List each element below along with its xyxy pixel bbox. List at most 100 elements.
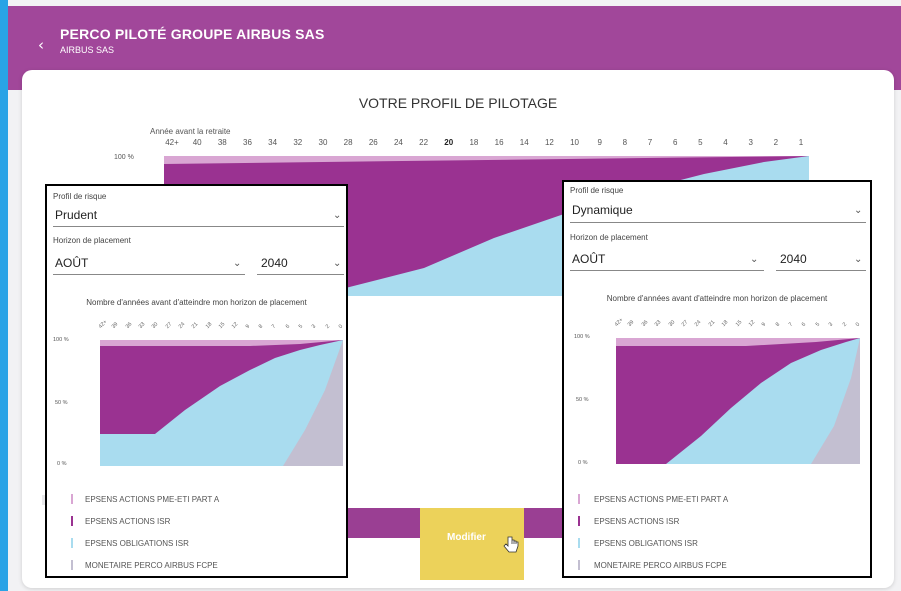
mini-x-tick: 42+ (97, 319, 109, 330)
year-tick: 30 (318, 138, 328, 147)
years-axis-ticks: 42+ 40 38 36 34 32 30 28 26 24 22 20 18 16 14 12 10 9 8 7 6 5… (164, 138, 809, 150)
mini-x-tick: 15 (217, 321, 227, 330)
mini-x-tick: 24 (694, 319, 703, 328)
chevron-down-icon[interactable]: ⌄ (333, 210, 341, 221)
legend-swatch (71, 538, 73, 548)
chevron-down-icon[interactable]: ⌄ (333, 258, 341, 269)
y-label-0: 0 % (57, 461, 67, 467)
mini-x-tick: 30 (667, 319, 676, 328)
horizon-year-select[interactable]: 2040 (780, 252, 807, 266)
risk-select-underline (570, 222, 866, 223)
mini-x-tick: 36 (124, 321, 133, 330)
legend-item: MONETAIRE PERCO AIRBUS FCPE (594, 561, 727, 570)
chevron-down-icon[interactable]: ⌄ (854, 205, 862, 216)
app-window: ‹ PERCO PILOTÉ GROUPE AIRBUS SAS AIRBUS … (8, 0, 901, 591)
legend-item: EPSENS ACTIONS ISR (594, 517, 680, 526)
risk-profile-label: Profil de risque (570, 186, 624, 195)
year-tick: 5 (698, 138, 703, 147)
month-select-underline (53, 274, 245, 275)
card-title: VOTRE PROFIL DE PILOTAGE (358, 95, 558, 111)
legend-item: EPSENS ACTIONS PME-ETI PART A (85, 495, 220, 504)
legend-swatch (578, 516, 580, 526)
mini-x-tick: 33 (137, 321, 147, 330)
year-tick: 24 (393, 138, 403, 147)
mini-x-tick: 3 (311, 323, 318, 330)
mini-x-tick: 5 (297, 323, 305, 330)
mini-x-tick: 7 (271, 323, 278, 330)
years-axis-label: Année avant la retraite (150, 127, 231, 136)
mini-x-tick: 24 (177, 321, 187, 330)
profile-panel-prudent: Profil de risque Prudent ⌄ Horizon de pl… (45, 184, 348, 578)
year-tick: 12 (544, 138, 554, 147)
year-tick: 18 (469, 138, 479, 147)
year-tick: 1 (798, 138, 804, 147)
modify-button[interactable]: Modifier (447, 532, 486, 543)
mini-x-tick: 12 (747, 319, 757, 328)
mini-x-tick: 2 (841, 321, 848, 328)
mini-x-tick: 33 (653, 319, 663, 328)
mini-x-tick: 42+ (613, 317, 625, 328)
page-title: PERCO PILOTÉ GROUPE AIRBUS SAS (60, 26, 325, 42)
y-axis-label-100: 100 % (114, 154, 134, 161)
legend-item: EPSENS OBLIGATIONS ISR (594, 539, 698, 548)
mini-x-tick: 27 (164, 321, 173, 330)
horizon-month-select[interactable]: AOÛT (55, 256, 88, 270)
legend-swatch (578, 538, 580, 548)
legend-item: MONETAIRE PERCO AIRBUS FCPE (85, 561, 218, 570)
mini-x-tick: 8 (774, 321, 781, 328)
mini-chart-title: Nombre d'années avant d'atteindre mon ho… (606, 294, 828, 303)
risk-select-underline (53, 226, 344, 227)
horizon-year-select[interactable]: 2040 (261, 256, 288, 270)
mini-allocation-chart-dynamique (616, 338, 860, 464)
legend-item: EPSENS ACTIONS PME-ETI PART A (594, 495, 729, 504)
year-tick: 42+ (165, 138, 179, 147)
year-tick: 8 (622, 138, 628, 147)
horizon-label: Horizon de placement (570, 233, 648, 242)
hand-cursor-icon (503, 536, 519, 553)
horizon-month-select[interactable]: AOÛT (572, 252, 605, 266)
mini-x-tick: 21 (707, 319, 717, 328)
chevron-down-icon[interactable]: ⌄ (233, 258, 241, 269)
mini-x-tick: 3 (827, 321, 835, 328)
y-label-50: 50 % (55, 400, 68, 406)
year-tick: 34 (268, 138, 278, 147)
mini-x-tick: 18 (204, 321, 213, 330)
year-tick: 38 (217, 138, 227, 147)
mini-x-tick: 12 (231, 321, 240, 330)
legend-swatch (71, 516, 73, 526)
mini-x-tick: 6 (284, 323, 291, 330)
mini-x-tick: 8 (257, 323, 265, 330)
mini-x-tick: 36 (640, 319, 650, 328)
mini-x-tick: 9 (244, 323, 251, 330)
profile-panel-dynamique: Profil de risque Dynamique ⌄ Horizon de … (562, 180, 872, 578)
back-icon[interactable]: ‹ (38, 36, 44, 54)
legend-item: EPSENS ACTIONS ISR (85, 517, 171, 526)
year-tick: 3 (748, 138, 753, 147)
year-tick: 7 (647, 138, 653, 147)
risk-profile-select[interactable]: Dynamique (572, 203, 633, 217)
year-tick: 9 (597, 138, 602, 147)
horizon-label: Horizon de placement (53, 236, 131, 245)
mini-x-tick: 2 (324, 323, 331, 330)
chevron-down-icon[interactable]: ⌄ (854, 254, 862, 265)
mini-x-tick: 15 (734, 319, 743, 328)
year-tick: 26 (368, 138, 378, 147)
year-select-underline (776, 270, 866, 271)
mini-x-tick: 9 (761, 321, 768, 328)
mini-x-tick: 30 (151, 321, 160, 330)
legend-swatch (71, 560, 73, 570)
chevron-down-icon[interactable]: ⌄ (750, 254, 758, 265)
mini-x-tick: 21 (191, 321, 200, 330)
year-tick: 2 (773, 138, 779, 147)
mini-x-tick: 39 (627, 319, 636, 328)
year-tick: 4 (723, 138, 728, 147)
risk-profile-select[interactable]: Prudent (55, 208, 97, 222)
year-tick: 32 (293, 138, 303, 147)
mini-x-tick: 5 (814, 321, 821, 328)
mini-x-tick: 27 (680, 319, 690, 328)
year-tick: 20 (444, 138, 454, 147)
risk-profile-label: Profil de risque (53, 192, 107, 201)
mini-x-tick: 0 (854, 321, 862, 328)
y-label-50: 50 % (576, 397, 589, 403)
year-tick: 14 (519, 138, 529, 147)
